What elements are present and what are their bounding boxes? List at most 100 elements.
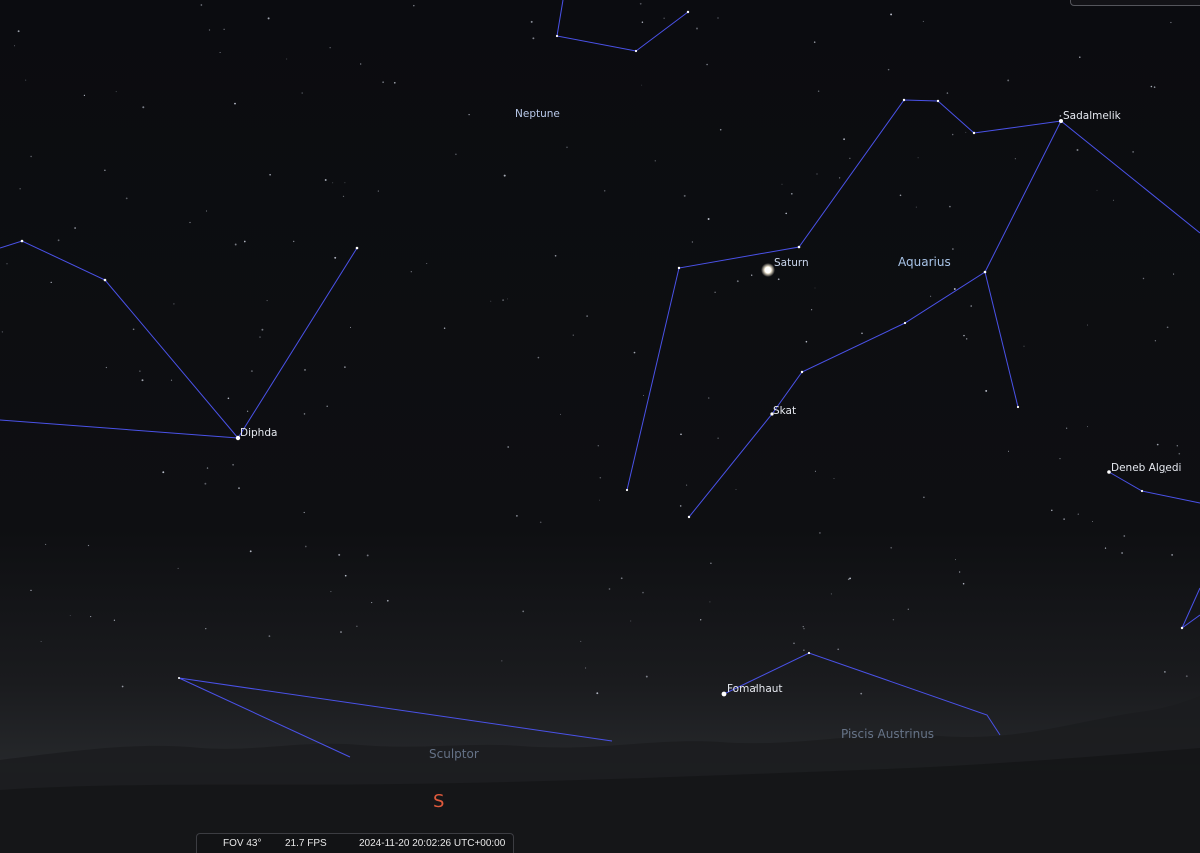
background-star xyxy=(6,263,8,265)
constellation-vertex-star xyxy=(178,677,180,679)
background-star xyxy=(642,591,644,594)
background-star xyxy=(382,81,384,83)
background-star xyxy=(507,446,510,448)
background-star xyxy=(849,157,851,159)
background-star xyxy=(1164,671,1166,673)
label-deneb-algedi[interactable]: Deneb Algedi xyxy=(1111,462,1181,474)
background-star xyxy=(1051,509,1053,512)
background-star xyxy=(1171,554,1173,556)
background-star xyxy=(304,369,306,371)
background-star xyxy=(1173,273,1175,275)
background-star xyxy=(1123,535,1126,537)
background-star xyxy=(234,102,236,105)
label-neptune[interactable]: Neptune xyxy=(515,108,560,120)
background-star xyxy=(537,356,540,359)
background-star xyxy=(393,81,396,84)
background-star xyxy=(793,642,795,645)
background-star xyxy=(1112,199,1115,201)
background-star xyxy=(205,628,207,630)
background-star xyxy=(930,295,932,297)
background-star xyxy=(189,221,191,224)
label-aquarius[interactable]: Aquarius xyxy=(898,255,951,269)
background-star xyxy=(603,190,606,192)
background-star xyxy=(1185,675,1188,678)
background-star xyxy=(125,197,128,200)
label-sadalmelik[interactable]: Sadalmelik xyxy=(1063,110,1122,122)
background-star xyxy=(707,218,710,220)
background-star xyxy=(177,567,179,569)
background-star xyxy=(735,489,737,491)
background-star xyxy=(818,531,821,534)
background-star xyxy=(522,610,525,613)
constellation-vertex-star xyxy=(677,266,681,270)
label-skat[interactable]: Skat xyxy=(773,405,796,417)
background-star xyxy=(1059,115,1062,117)
background-star xyxy=(954,559,957,561)
top-right-panel-edge[interactable] xyxy=(1070,0,1200,6)
background-star xyxy=(426,262,428,265)
label-diphda[interactable]: Diphda xyxy=(240,427,277,439)
background-star xyxy=(468,113,470,116)
background-star xyxy=(121,685,124,688)
background-star xyxy=(686,484,688,486)
background-star xyxy=(293,240,295,243)
background-star xyxy=(330,591,332,593)
background-star xyxy=(340,631,342,633)
background-star xyxy=(639,2,642,5)
background-star xyxy=(887,68,890,71)
background-star xyxy=(1007,79,1010,82)
background-star xyxy=(596,692,599,695)
background-star xyxy=(219,51,221,54)
star-fomalhaut[interactable] xyxy=(721,691,727,697)
fov-readout: FOV 43° xyxy=(223,838,262,849)
background-star xyxy=(344,366,346,368)
label-sculptor[interactable]: Sculptor xyxy=(429,747,479,761)
constellation-vertex-star xyxy=(1180,626,1184,630)
label-piscis-austrinus[interactable]: Piscis Austrinus xyxy=(841,727,934,741)
background-star xyxy=(502,299,504,301)
background-star xyxy=(303,511,305,514)
background-star xyxy=(1087,426,1088,428)
background-star xyxy=(45,543,47,545)
constellation-vertex-star xyxy=(20,239,24,243)
constellation-vertex-star xyxy=(800,370,804,374)
background-star xyxy=(17,30,20,33)
background-star xyxy=(630,620,632,622)
sky-view[interactable]: Neptune Saturn Aquarius Sadalmelik Diphd… xyxy=(0,0,1200,853)
constellation-vertex-star xyxy=(972,131,976,135)
background-star xyxy=(890,546,893,549)
label-saturn[interactable]: Saturn xyxy=(774,257,809,269)
background-star xyxy=(962,582,965,585)
background-star xyxy=(1014,158,1016,160)
background-star xyxy=(503,174,506,177)
background-star xyxy=(717,437,719,439)
background-star xyxy=(663,17,665,19)
background-star xyxy=(25,79,27,81)
background-star xyxy=(490,300,492,302)
background-star xyxy=(585,667,587,669)
background-star xyxy=(566,146,568,149)
background-star xyxy=(515,514,518,517)
background-star xyxy=(706,63,708,66)
background-star xyxy=(1023,345,1025,347)
background-star xyxy=(413,4,415,7)
constellation-vertex-star xyxy=(983,270,987,274)
cardinal-south-label: S xyxy=(433,791,444,812)
background-star xyxy=(817,90,820,93)
background-star xyxy=(342,195,345,198)
background-star xyxy=(360,63,362,65)
planet-saturn[interactable] xyxy=(764,266,772,274)
background-star xyxy=(206,467,209,469)
background-star xyxy=(200,4,203,6)
background-star xyxy=(683,194,686,197)
background-star xyxy=(892,618,895,621)
background-star xyxy=(907,608,909,610)
background-star xyxy=(455,153,457,156)
background-star xyxy=(953,288,956,290)
background-star xyxy=(951,133,954,136)
label-fomalhaut[interactable]: Fomalhaut xyxy=(727,683,783,695)
datetime-readout: 2024-11-20 20:02:26 UTC+00:00 xyxy=(359,838,506,849)
background-star xyxy=(1063,518,1065,520)
background-star xyxy=(170,379,173,381)
background-star xyxy=(532,37,535,40)
